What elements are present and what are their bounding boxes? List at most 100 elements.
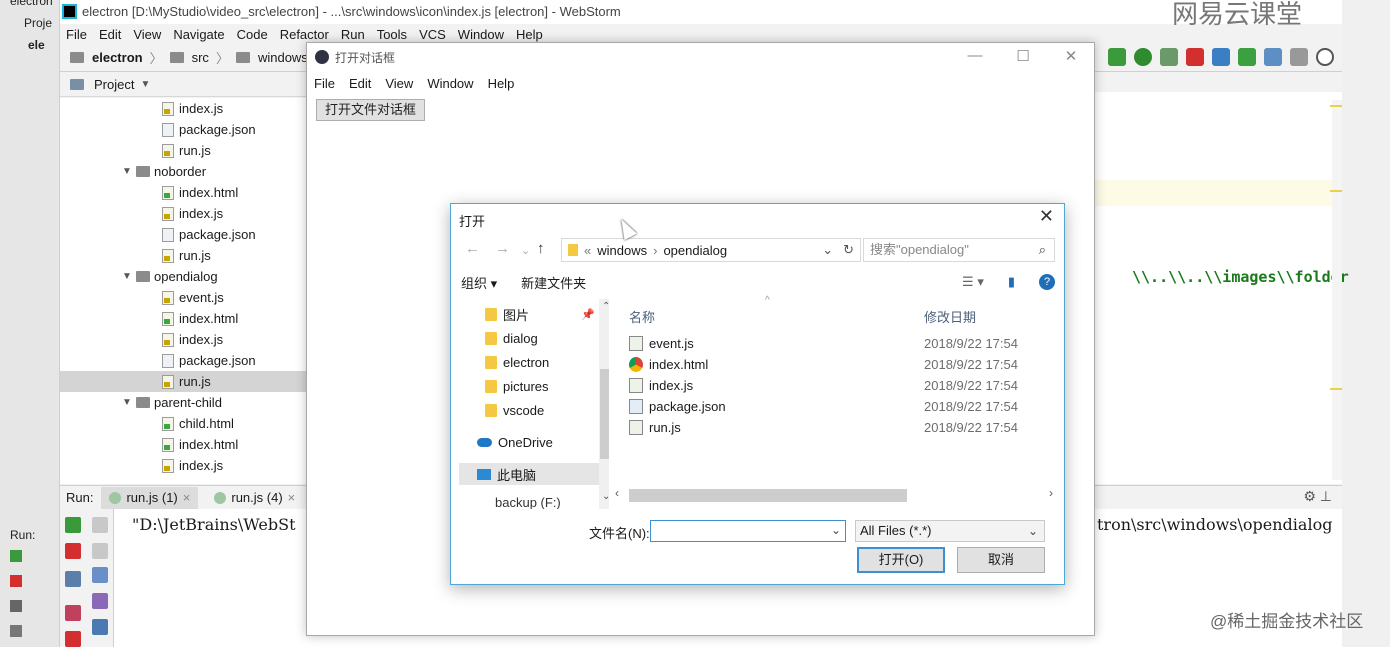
app-menu-help[interactable]: Help bbox=[488, 76, 515, 91]
run-tab-1[interactable]: run.js (1) × bbox=[101, 486, 199, 509]
vcs-compare-icon[interactable] bbox=[1264, 48, 1282, 66]
tree-item[interactable]: package.json bbox=[60, 119, 306, 140]
chevron-down-icon[interactable]: ⌄ bbox=[602, 491, 609, 502]
file-list-hscrollbar[interactable]: ‹ › bbox=[615, 486, 1057, 503]
rerun-icon[interactable] bbox=[1108, 48, 1126, 66]
stop-icon[interactable] bbox=[10, 575, 22, 587]
debug-icon[interactable] bbox=[1134, 48, 1152, 66]
cancel-button[interactable]: 取消 bbox=[957, 547, 1045, 573]
chevron-right-icon[interactable]: › bbox=[1049, 486, 1053, 500]
search-icon[interactable]: ⌕ bbox=[1039, 239, 1046, 261]
app-menu-window[interactable]: Window bbox=[427, 76, 473, 91]
chevron-down-icon[interactable]: ▼ bbox=[122, 397, 132, 408]
menu-run[interactable]: Run bbox=[341, 27, 365, 42]
menu-code[interactable]: Code bbox=[237, 27, 268, 42]
breadcrumb-src[interactable]: src bbox=[192, 50, 209, 65]
column-header-name[interactable]: 名称 bbox=[629, 307, 655, 326]
vcs-commit-icon[interactable] bbox=[1238, 48, 1256, 66]
help-icon[interactable]: ? bbox=[1039, 274, 1055, 290]
chevron-up-icon[interactable]: ⌃ bbox=[602, 301, 609, 312]
chevron-left-icon[interactable]: ‹ bbox=[615, 486, 619, 500]
bg-project-tab[interactable]: Proje bbox=[24, 16, 52, 30]
close-icon[interactable] bbox=[65, 631, 81, 647]
tree-item-selected[interactable]: run.js bbox=[60, 371, 306, 392]
hscrollbar-thumb[interactable] bbox=[629, 489, 907, 502]
nav-item-vscode[interactable]: vscode bbox=[459, 399, 599, 421]
tree-item[interactable]: index.html bbox=[60, 434, 306, 455]
address-segment-opendialog[interactable]: opendialog bbox=[663, 243, 727, 258]
menu-file[interactable]: File bbox=[66, 27, 87, 42]
search-icon[interactable] bbox=[1316, 48, 1334, 66]
breadcrumb-electron[interactable]: electron bbox=[92, 50, 143, 65]
menu-vcs[interactable]: VCS bbox=[419, 27, 446, 42]
forward-arrow-icon[interactable]: → bbox=[495, 240, 510, 257]
menu-edit[interactable]: Edit bbox=[99, 27, 121, 42]
tree-folder[interactable]: ▼ noborder bbox=[60, 161, 306, 182]
code-editor[interactable]: \\..\\..\\images\\folder bbox=[1094, 92, 1349, 484]
tree-item[interactable]: child.html bbox=[60, 413, 306, 434]
vcs-update-icon[interactable] bbox=[1212, 48, 1230, 66]
stop-icon[interactable] bbox=[65, 543, 81, 559]
minimize-icon[interactable]: — bbox=[965, 47, 985, 64]
rerun-icon[interactable] bbox=[65, 517, 81, 533]
file-row[interactable]: event.js 2018/9/22 17:54 bbox=[629, 333, 1049, 354]
nav-item-onedrive[interactable]: OneDrive bbox=[459, 431, 599, 453]
nav-scrollbar[interactable]: ⌃ ⌄ bbox=[599, 299, 609, 509]
rerun-icon[interactable] bbox=[10, 550, 22, 562]
nav-item-electron[interactable]: electron bbox=[459, 351, 599, 373]
chevron-down-icon[interactable]: ▼ bbox=[122, 271, 132, 282]
pin-icon[interactable] bbox=[65, 605, 81, 621]
arrow-down-icon[interactable] bbox=[92, 543, 108, 559]
tree-item[interactable]: event.js bbox=[60, 287, 306, 308]
close-icon[interactable]: ✕ bbox=[1039, 206, 1054, 227]
nav-item-this-pc[interactable]: 此电脑 bbox=[459, 463, 599, 485]
organize-menu[interactable]: 组织 ▾ bbox=[461, 273, 497, 292]
chevron-down-icon[interactable]: ▼ bbox=[140, 79, 150, 90]
undo-icon[interactable] bbox=[1290, 48, 1308, 66]
project-panel-header[interactable]: Project ▼ bbox=[60, 73, 306, 97]
view-options-icon[interactable]: ☰ ▾ bbox=[962, 274, 984, 290]
chevron-down-icon[interactable]: ⌄ bbox=[521, 244, 530, 257]
error-stripe-marker[interactable] bbox=[1330, 388, 1342, 390]
tree-item[interactable]: run.js bbox=[60, 245, 306, 266]
tree-item[interactable]: run.js bbox=[60, 140, 306, 161]
menu-refactor[interactable]: Refactor bbox=[280, 27, 329, 42]
error-stripe-marker[interactable] bbox=[1330, 190, 1342, 192]
refresh-icon[interactable]: ↻ bbox=[843, 242, 854, 258]
menu-window[interactable]: Window bbox=[458, 27, 504, 42]
scroll-to-end-icon[interactable] bbox=[92, 593, 108, 609]
print-icon[interactable] bbox=[92, 619, 108, 635]
restore-layout-icon[interactable] bbox=[65, 571, 81, 587]
chevron-down-icon[interactable]: ▼ bbox=[122, 166, 132, 177]
nav-item-backup-drive[interactable]: backup (F:) bbox=[459, 491, 599, 510]
close-icon[interactable]: × bbox=[288, 490, 296, 505]
tree-item[interactable]: index.js bbox=[60, 329, 306, 350]
coverage-icon[interactable] bbox=[1160, 48, 1178, 66]
app-menu-edit[interactable]: Edit bbox=[349, 76, 371, 91]
menu-tools[interactable]: Tools bbox=[377, 27, 407, 42]
open-file-dialog-button[interactable]: 打开文件对话框 bbox=[316, 99, 426, 121]
up-arrow-icon[interactable]: ↑ bbox=[537, 240, 545, 257]
address-bar[interactable]: « windows › opendialog ⌄ ↻ bbox=[561, 238, 861, 262]
gear-icon[interactable]: ⚙ ⊥ bbox=[1303, 488, 1332, 505]
layout-icon[interactable] bbox=[10, 600, 22, 612]
pin-icon[interactable] bbox=[10, 625, 22, 637]
pin-icon[interactable]: 📌 bbox=[581, 308, 595, 321]
chevron-down-icon[interactable]: ⌄ bbox=[822, 242, 833, 258]
menu-view[interactable]: View bbox=[133, 27, 161, 42]
tree-item[interactable]: index.html bbox=[60, 182, 306, 203]
menu-navigate[interactable]: Navigate bbox=[173, 27, 224, 42]
run-tab-2[interactable]: run.js (4) × bbox=[206, 487, 303, 509]
back-arrow-icon[interactable]: ← bbox=[465, 240, 480, 257]
app-menu-view[interactable]: View bbox=[385, 76, 413, 91]
nav-scrollbar-thumb[interactable] bbox=[600, 369, 609, 459]
stop-icon[interactable] bbox=[1186, 48, 1204, 66]
tree-folder[interactable]: ▼ opendialog bbox=[60, 266, 306, 287]
nav-item-pictures[interactable]: pictures bbox=[459, 375, 599, 397]
breadcrumb-windows[interactable]: windows bbox=[258, 50, 308, 65]
open-button[interactable]: 打开(O) bbox=[857, 547, 945, 573]
tree-item[interactable]: index.html bbox=[60, 308, 306, 329]
arrow-up-icon[interactable] bbox=[92, 517, 108, 533]
nav-item-pictures-cn[interactable]: 图片 📌 bbox=[459, 303, 599, 325]
preview-pane-icon[interactable]: ▮ bbox=[1008, 274, 1015, 290]
